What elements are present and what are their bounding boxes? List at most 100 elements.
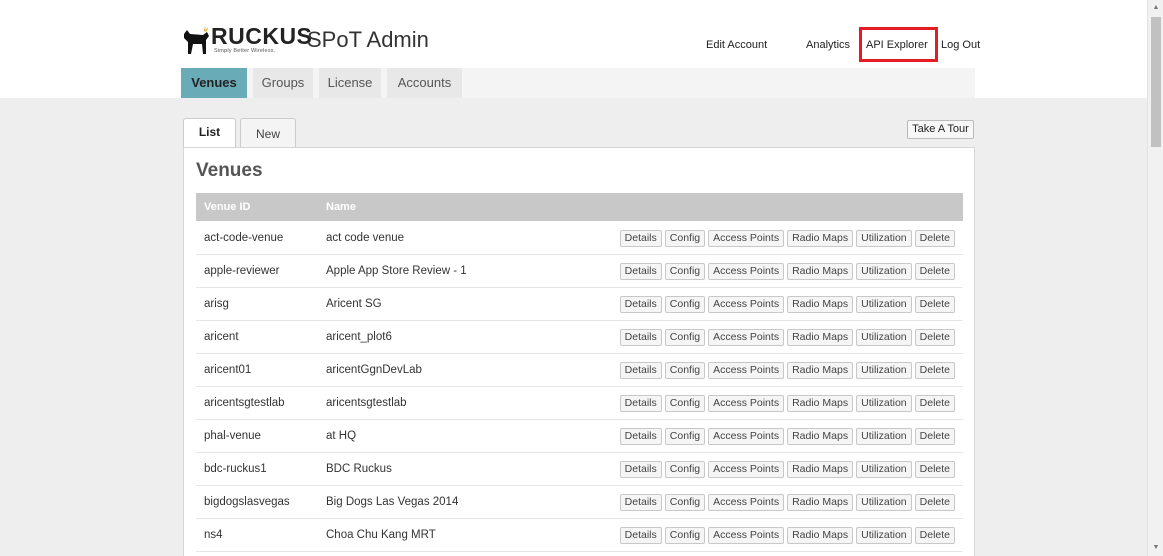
details-button[interactable]: Details xyxy=(619,428,662,445)
row-actions: Details Config Access Points Radio Maps Util… xyxy=(619,395,955,412)
access-points-button[interactable]: Access Points xyxy=(708,296,785,313)
details-button[interactable]: Details xyxy=(619,461,662,478)
config-button[interactable]: Config xyxy=(664,329,706,346)
tab-license[interactable]: License xyxy=(319,68,381,98)
access-points-button[interactable]: Access Points xyxy=(708,461,785,478)
config-button[interactable]: Config xyxy=(664,461,706,478)
delete-button[interactable]: Delete xyxy=(914,230,955,247)
details-button[interactable]: Details xyxy=(619,527,662,544)
radio-maps-button[interactable]: Radio Maps xyxy=(787,230,854,247)
radio-maps-button[interactable]: Radio Maps xyxy=(787,461,854,478)
venue-name-cell: at HQ xyxy=(326,430,357,442)
page-header: RUCKUS Simply Better Wireless. SPoT Admi… xyxy=(0,0,1147,98)
utilization-button[interactable]: Utilization xyxy=(856,461,912,478)
delete-button[interactable]: Delete xyxy=(914,263,955,280)
main-nav-tabs: Venues Groups License Accounts xyxy=(181,68,975,98)
access-points-button[interactable]: Access Points xyxy=(708,362,785,379)
utilization-button[interactable]: Utilization xyxy=(856,263,912,280)
venue-id-cell: bdc-ruckus1 xyxy=(204,463,267,475)
config-button[interactable]: Config xyxy=(664,428,706,445)
radio-maps-button[interactable]: Radio Maps xyxy=(787,395,854,412)
details-button[interactable]: Details xyxy=(619,494,662,511)
utilization-button[interactable]: Utilization xyxy=(856,329,912,346)
radio-maps-button[interactable]: Radio Maps xyxy=(787,329,854,346)
config-button[interactable]: Config xyxy=(664,362,706,379)
tab-new[interactable]: New xyxy=(240,118,296,148)
row-actions: Details Config Access Points Radio Maps Util… xyxy=(619,329,955,346)
config-button[interactable]: Config xyxy=(664,230,706,247)
venue-id-cell: aricent01 xyxy=(204,364,252,376)
scrollbar-thumb[interactable] xyxy=(1151,17,1161,147)
edit-account-link[interactable]: Edit Account xyxy=(706,39,767,51)
scroll-up-arrow-icon[interactable]: ▲ xyxy=(1148,0,1163,16)
radio-maps-button[interactable]: Radio Maps xyxy=(787,494,854,511)
analytics-link[interactable]: Analytics xyxy=(806,39,850,51)
venue-name-cell: aricentsgtestlab xyxy=(326,397,407,409)
api-explorer-highlight-box xyxy=(859,27,938,62)
access-points-button[interactable]: Access Points xyxy=(708,428,785,445)
table-row: ns4 Choa Chu Kang MRT Details Config Access … xyxy=(196,519,963,552)
access-points-button[interactable]: Access Points xyxy=(708,527,785,544)
access-points-button[interactable]: Access Points xyxy=(708,494,785,511)
scroll-down-arrow-icon[interactable]: ▼ xyxy=(1148,540,1163,556)
tab-accounts[interactable]: Accounts xyxy=(387,68,462,98)
venue-id-cell: aricent xyxy=(204,331,239,343)
details-button[interactable]: Details xyxy=(619,395,662,412)
delete-button[interactable]: Delete xyxy=(914,461,955,478)
delete-button[interactable]: Delete xyxy=(914,428,955,445)
config-button[interactable]: Config xyxy=(664,494,706,511)
utilization-button[interactable]: Utilization xyxy=(856,362,912,379)
venue-id-cell: apple-reviewer xyxy=(204,265,280,277)
utilization-button[interactable]: Utilization xyxy=(856,494,912,511)
details-button[interactable]: Details xyxy=(619,230,662,247)
radio-maps-button[interactable]: Radio Maps xyxy=(787,527,854,544)
delete-button[interactable]: Delete xyxy=(914,395,955,412)
details-button[interactable]: Details xyxy=(619,296,662,313)
config-button[interactable]: Config xyxy=(664,263,706,280)
venue-name-cell: Big Dogs Las Vegas 2014 xyxy=(326,496,459,508)
radio-maps-button[interactable]: Radio Maps xyxy=(787,296,854,313)
row-actions: Details Config Access Points Radio Maps Util… xyxy=(619,428,955,445)
radio-maps-button[interactable]: Radio Maps xyxy=(787,428,854,445)
details-button[interactable]: Details xyxy=(619,362,662,379)
utilization-button[interactable]: Utilization xyxy=(856,230,912,247)
table-row: phal-venue at HQ Details Config Access Point… xyxy=(196,420,963,453)
utilization-button[interactable]: Utilization xyxy=(856,395,912,412)
take-a-tour-button[interactable]: Take A Tour xyxy=(907,120,974,139)
config-button[interactable]: Config xyxy=(664,296,706,313)
log-out-link[interactable]: Log Out xyxy=(941,39,980,51)
config-button[interactable]: Config xyxy=(664,395,706,412)
row-actions: Details Config Access Points Radio Maps Util… xyxy=(619,296,955,313)
tab-groups[interactable]: Groups xyxy=(253,68,313,98)
delete-button[interactable]: Delete xyxy=(914,329,955,346)
details-button[interactable]: Details xyxy=(619,329,662,346)
venue-id-cell: phal-venue xyxy=(204,430,261,442)
radio-maps-button[interactable]: Radio Maps xyxy=(787,362,854,379)
table-row: apple-reviewer Apple App Store Review - 1… xyxy=(196,255,963,288)
tab-list[interactable]: List xyxy=(183,118,236,149)
row-actions: Details Config Access Points Radio Maps Util… xyxy=(619,263,955,280)
utilization-button[interactable]: Utilization xyxy=(856,296,912,313)
access-points-button[interactable]: Access Points xyxy=(708,395,785,412)
tab-venues[interactable]: Venues xyxy=(181,68,247,98)
column-name[interactable]: Name xyxy=(326,201,356,213)
venue-id-cell: ns4 xyxy=(204,529,223,541)
radio-maps-button[interactable]: Radio Maps xyxy=(787,263,854,280)
access-points-button[interactable]: Access Points xyxy=(708,329,785,346)
access-points-button[interactable]: Access Points xyxy=(708,230,785,247)
vertical-scrollbar[interactable]: ▲ ▼ xyxy=(1147,0,1163,556)
column-venue-id[interactable]: Venue ID xyxy=(204,201,250,213)
row-actions: Details Config Access Points Radio Maps Util… xyxy=(619,494,955,511)
table-row: arisg Aricent SG Details Config Access Point… xyxy=(196,288,963,321)
access-points-button[interactable]: Access Points xyxy=(708,263,785,280)
delete-button[interactable]: Delete xyxy=(914,296,955,313)
details-button[interactable]: Details xyxy=(619,263,662,280)
delete-button[interactable]: Delete xyxy=(914,494,955,511)
delete-button[interactable]: Delete xyxy=(914,527,955,544)
venue-name-cell: Choa Chu Kang MRT xyxy=(326,529,436,541)
config-button[interactable]: Config xyxy=(664,527,706,544)
utilization-button[interactable]: Utilization xyxy=(856,428,912,445)
venue-id-cell: arisg xyxy=(204,298,229,310)
delete-button[interactable]: Delete xyxy=(914,362,955,379)
utilization-button[interactable]: Utilization xyxy=(856,527,912,544)
